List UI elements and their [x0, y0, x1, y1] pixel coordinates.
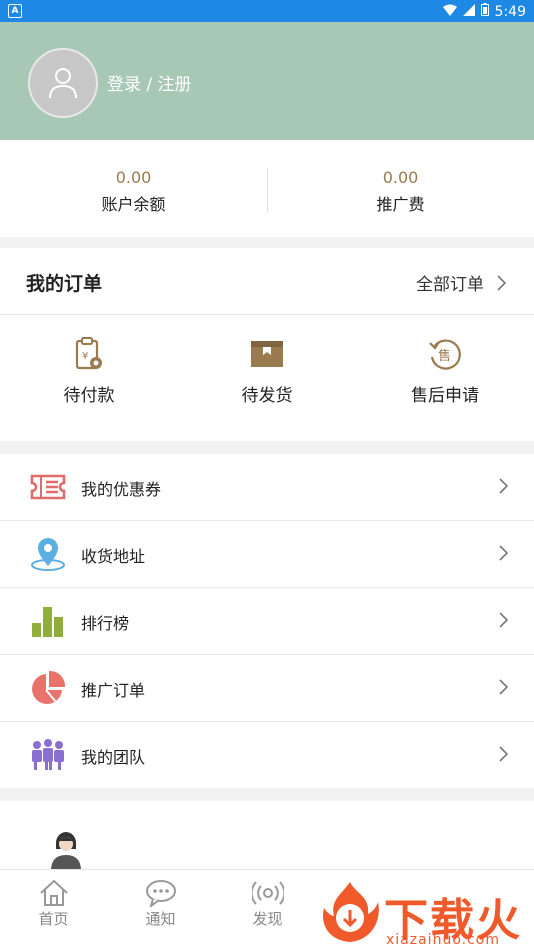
after-sale-icon: 售: [429, 339, 461, 370]
chevron-right-icon: [499, 746, 508, 762]
clipboard-yen-icon: ¥: [75, 337, 102, 370]
menu-item-team[interactable]: 我的团队: [0, 722, 534, 788]
chevron-right-icon: [499, 545, 508, 561]
flame-logo-icon: [323, 882, 379, 942]
status-bar: A 5:49: [0, 0, 534, 22]
box-icon: [251, 341, 283, 367]
tab-notifications[interactable]: 通知: [107, 878, 214, 929]
tab-discover-label: 发现: [252, 910, 283, 928]
profile-header: 登录 / 注册: [0, 22, 534, 140]
menu-item-address-label: 收货地址: [81, 547, 146, 566]
tab-discover[interactable]: 发现: [214, 878, 321, 929]
svg-text:售: 售: [438, 348, 451, 364]
chevron-right-icon: [499, 612, 508, 628]
bar-chart-icon: [32, 607, 63, 637]
order-pending-shipment-label: 待发货: [241, 386, 293, 406]
login-register-link[interactable]: 登录 / 注册: [107, 70, 192, 95]
app-notification-icon: A: [8, 4, 22, 18]
team-icon: [32, 739, 64, 770]
menu-item-promotion-orders[interactable]: 推广订单: [0, 655, 534, 722]
chevron-right-icon: [499, 478, 508, 494]
customer-service-section: [0, 801, 534, 869]
menu-item-coupons-label: 我的优惠券: [81, 480, 162, 499]
user-icon: [49, 68, 77, 99]
all-orders-link[interactable]: 全部订单: [416, 270, 506, 295]
customer-service-icon[interactable]: [50, 827, 82, 869]
balance-panel: 0.00 账户余额 0.00 推广费: [0, 140, 534, 237]
account-balance-label: 账户余额: [101, 195, 166, 214]
menu-item-address[interactable]: 收货地址: [0, 521, 534, 588]
tab-home-label: 首页: [38, 910, 69, 928]
svg-text:¥: ¥: [82, 351, 88, 362]
watermark-url: xiazaihuo.com: [386, 932, 500, 948]
menu-list: 我的优惠券 收货地址 排行榜 推广订单 我的团队: [0, 454, 534, 788]
orders-header: 我的订单 全部订单: [0, 248, 534, 315]
chevron-right-icon: [499, 679, 508, 695]
account-balance[interactable]: 0.00 账户余额: [0, 168, 267, 215]
account-balance-value: 0.00: [115, 168, 152, 187]
tab-home[interactable]: 首页: [0, 878, 107, 929]
chevron-right-icon: [497, 274, 506, 291]
order-after-sale-label: 售后申请: [411, 386, 479, 406]
promotion-fee-value: 0.00: [382, 168, 419, 187]
menu-item-ranking-label: 排行榜: [81, 614, 130, 633]
broadcast-icon: [251, 881, 284, 905]
promotion-fee-label: 推广费: [376, 195, 425, 214]
order-status-row: ¥ 待付款 待发货 售 售后申请: [0, 315, 534, 441]
coupon-icon: [30, 474, 66, 500]
wifi-icon: [442, 4, 457, 20]
signal-icon: [462, 3, 475, 20]
promotion-fee[interactable]: 0.00 推广费: [267, 168, 534, 215]
order-pending-payment[interactable]: ¥ 待付款: [0, 335, 178, 406]
avatar[interactable]: [28, 48, 98, 118]
order-pending-payment-label: 待付款: [63, 386, 115, 406]
chat-icon: [145, 880, 176, 907]
status-time: 5:49: [494, 3, 526, 20]
tab-notifications-label: 通知: [145, 910, 176, 928]
menu-item-ranking[interactable]: 排行榜: [0, 588, 534, 655]
menu-item-coupons[interactable]: 我的优惠券: [0, 454, 534, 521]
pie-chart-icon: [32, 670, 66, 704]
orders-title: 我的订单: [26, 273, 103, 295]
menu-item-team-label: 我的团队: [81, 748, 146, 767]
order-after-sale[interactable]: 售 售后申请: [356, 335, 534, 406]
menu-item-promotion-orders-label: 推广订单: [81, 681, 146, 700]
home-icon: [39, 879, 68, 906]
all-orders-label: 全部订单: [416, 275, 484, 295]
order-pending-shipment[interactable]: 待发货: [178, 335, 356, 406]
battery-icon: [480, 3, 489, 20]
location-pin-icon: [31, 538, 65, 571]
